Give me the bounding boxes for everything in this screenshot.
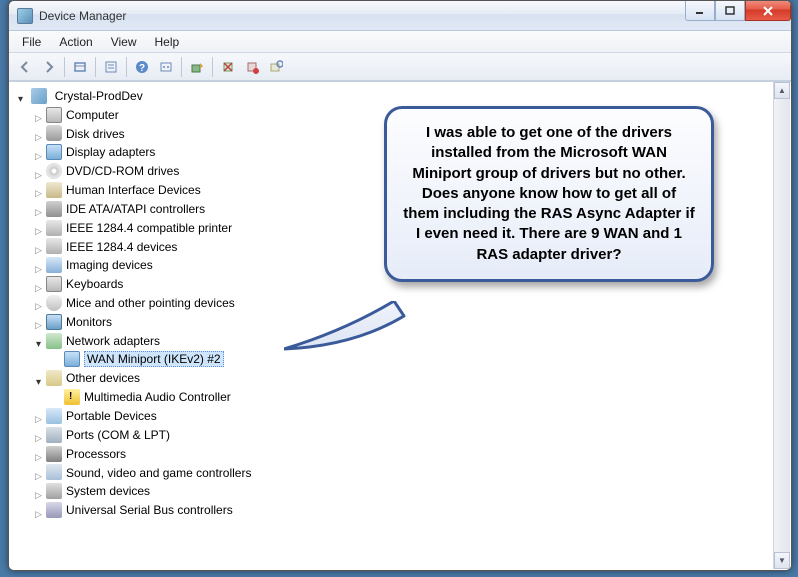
- scroll-down-button[interactable]: ▼: [774, 552, 790, 569]
- annotation-callout: I was able to get one of the drivers ins…: [384, 106, 714, 282]
- uninstall-button[interactable]: [216, 56, 240, 78]
- callout-text: I was able to get one of the drivers ins…: [403, 124, 694, 263]
- maximize-button[interactable]: [715, 1, 745, 21]
- view-button[interactable]: [154, 56, 178, 78]
- monitor-icon: [46, 314, 62, 330]
- printer-icon: [46, 220, 62, 236]
- titlebar[interactable]: Device Manager: [9, 1, 791, 31]
- expander-icon[interactable]: [33, 166, 44, 177]
- expander-icon[interactable]: [33, 260, 44, 271]
- port-icon: [46, 427, 62, 443]
- menu-view[interactable]: View: [102, 33, 146, 51]
- selected-node[interactable]: WAN Miniport (IKEv2) #2: [84, 351, 224, 367]
- ide-icon: [46, 201, 62, 217]
- expander-icon[interactable]: [33, 429, 44, 440]
- root-label[interactable]: Crystal-ProdDev: [55, 89, 143, 103]
- usb-icon: [46, 502, 62, 518]
- expander-icon[interactable]: [33, 184, 44, 195]
- hid-icon: [46, 182, 62, 198]
- expander-icon[interactable]: [33, 448, 44, 459]
- expander-icon[interactable]: [33, 128, 44, 139]
- scroll-up-button[interactable]: ▲: [774, 82, 790, 99]
- expander-icon[interactable]: [33, 373, 44, 384]
- expander-icon[interactable]: [33, 467, 44, 478]
- imaging-icon: [46, 257, 62, 273]
- expander-icon[interactable]: [15, 90, 26, 101]
- forward-button[interactable]: [37, 56, 61, 78]
- menubar: File Action View Help: [9, 31, 791, 53]
- menu-file[interactable]: File: [13, 33, 50, 51]
- warning-icon: [64, 389, 80, 405]
- vertical-scrollbar[interactable]: ▲ ▼: [773, 82, 790, 569]
- cpu-icon: [46, 446, 62, 462]
- adapter-icon: [64, 351, 80, 367]
- update-driver-button[interactable]: [185, 56, 209, 78]
- svg-text:?: ?: [139, 63, 145, 74]
- menu-action[interactable]: Action: [50, 33, 101, 51]
- close-button[interactable]: [745, 1, 791, 21]
- expander-icon[interactable]: [33, 410, 44, 421]
- computer-root-icon: [31, 88, 47, 104]
- keyboard-icon: [46, 276, 62, 292]
- expander-icon[interactable]: [33, 222, 44, 233]
- menu-help[interactable]: Help: [146, 33, 189, 51]
- expander-icon[interactable]: [33, 505, 44, 516]
- toolbar: ?: [9, 53, 791, 81]
- computer-icon: [46, 107, 62, 123]
- expander-icon[interactable]: [33, 335, 44, 346]
- minimize-button[interactable]: [685, 1, 715, 21]
- expander-icon[interactable]: [33, 279, 44, 290]
- dvd-icon: [46, 163, 62, 179]
- display-icon: [46, 144, 62, 160]
- back-button[interactable]: [13, 56, 37, 78]
- properties-button[interactable]: [99, 56, 123, 78]
- other-icon: [46, 370, 62, 386]
- expander-icon[interactable]: [33, 486, 44, 497]
- tree-item-sound[interactable]: Sound, video and game controllers: [33, 463, 791, 482]
- mouse-icon: [46, 295, 62, 311]
- expander-icon[interactable]: [33, 241, 44, 252]
- network-icon: [46, 333, 62, 349]
- device-manager-window: Device Manager File Action View Help ?: [8, 0, 792, 571]
- tree-item-ports[interactable]: Ports (COM & LPT): [33, 425, 791, 444]
- disable-button[interactable]: [240, 56, 264, 78]
- tree-item-portable-devices[interactable]: Portable Devices: [33, 406, 791, 425]
- portable-icon: [46, 408, 62, 424]
- expander-icon[interactable]: [33, 297, 44, 308]
- expander-icon[interactable]: [33, 147, 44, 158]
- tree-item-multimedia-audio[interactable]: Multimedia Audio Controller: [51, 387, 791, 406]
- window-title: Device Manager: [39, 9, 126, 23]
- tree-item-processors[interactable]: Processors: [33, 444, 791, 463]
- expander-icon[interactable]: [33, 316, 44, 327]
- help-button[interactable]: ?: [130, 56, 154, 78]
- system-icon: [46, 483, 62, 499]
- tree-item-system-devices[interactable]: System devices: [33, 481, 791, 500]
- show-hidden-button[interactable]: [68, 56, 92, 78]
- disk-icon: [46, 125, 62, 141]
- app-icon: [17, 8, 33, 24]
- scan-button[interactable]: [264, 56, 288, 78]
- tree-item-usb[interactable]: Universal Serial Bus controllers: [33, 500, 791, 519]
- expander-icon[interactable]: [33, 109, 44, 120]
- expander-icon[interactable]: [33, 203, 44, 214]
- ieee-icon: [46, 238, 62, 254]
- sound-icon: [46, 464, 62, 480]
